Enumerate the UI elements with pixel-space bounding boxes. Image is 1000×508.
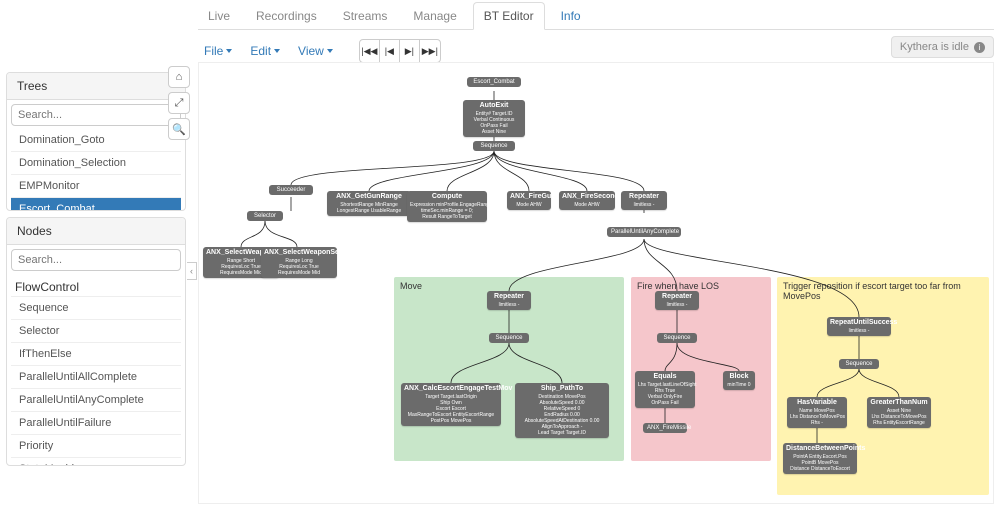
node-parallel[interactable]: ParallelUntilAnyComplete: [607, 227, 681, 237]
node-autoexit[interactable]: AutoExit Entity# Target.ID Verbal Contin…: [463, 100, 525, 137]
nodes-header: Nodes: [7, 218, 185, 245]
tree-item[interactable]: Domination_Selection: [11, 151, 181, 174]
top-tabs: Live Recordings Streams Manage BT Editor…: [198, 4, 994, 30]
node-type[interactable]: IfThenElse: [11, 342, 181, 365]
node-type[interactable]: Priority: [11, 434, 181, 457]
info-icon[interactable]: i: [974, 42, 985, 53]
menu-edit[interactable]: Edit: [244, 40, 286, 62]
nodes-search[interactable]: [11, 249, 181, 271]
seek-group: |◀◀ |◀ ▶| ▶▶|: [359, 39, 441, 63]
caret-icon: [226, 49, 232, 53]
node-gunrange[interactable]: ANX_GetGunRange ShortestRange MinRange L…: [327, 191, 411, 216]
seek-last[interactable]: ▶▶|: [420, 40, 440, 62]
node-repeatuntilsuccess[interactable]: RepeatUntilSuccess limitless -: [827, 317, 891, 336]
node-seq-fire[interactable]: Sequence: [657, 333, 697, 343]
node-block[interactable]: Block minTime 0: [723, 371, 755, 390]
seek-next[interactable]: ▶|: [400, 40, 420, 62]
seek-prev[interactable]: |◀: [380, 40, 400, 62]
node-seq-move[interactable]: Sequence: [489, 333, 529, 343]
region-fire: Fire when have LOS: [631, 277, 771, 461]
nodes-panel: Nodes FlowControl Sequence Selector IfTh…: [6, 217, 186, 466]
expand-button[interactable]: ⤢: [168, 92, 190, 114]
node-type[interactable]: StateMachine: [11, 457, 181, 465]
caret-icon: [274, 49, 280, 53]
tree-item[interactable]: Domination_Goto: [11, 129, 181, 151]
node-distance[interactable]: DistanceBetweenPoints PointA Entity.Esco…: [783, 443, 857, 474]
node-type[interactable]: ParallelUntilAnyComplete: [11, 388, 181, 411]
node-selector[interactable]: Selector: [247, 211, 283, 221]
node-escortmove[interactable]: ANX_CalcEscortEngageTestMov Target Targe…: [401, 383, 501, 426]
region-label: Fire when have LOS: [637, 281, 719, 291]
menu-view[interactable]: View: [292, 40, 339, 62]
node-root[interactable]: Escort_Combat: [467, 77, 521, 87]
cat-flowcontrol: FlowControl: [11, 274, 181, 296]
status-text: Kythera is idle: [900, 41, 969, 53]
tab-manage[interactable]: Manage: [403, 3, 466, 29]
node-fireguns[interactable]: ANX_FireGuns Mode AHW: [507, 191, 551, 210]
tab-streams[interactable]: Streams: [333, 3, 398, 29]
node-shippathto[interactable]: Ship_PathTo Destination MovePos Absolute…: [515, 383, 609, 438]
node-type[interactable]: Sequence: [11, 296, 181, 319]
region-label: Trigger reposition if escort target too …: [783, 281, 989, 301]
menu-file[interactable]: File: [198, 40, 238, 62]
status-chip: Kythera is idle i: [891, 36, 994, 58]
node-repeater-fire[interactable]: Repeater limitless -: [655, 291, 699, 310]
zoom-button[interactable]: 🔍: [168, 118, 190, 140]
node-equals[interactable]: Equals Lhs Target.lastLineOfSight Rhs Tr…: [635, 371, 695, 408]
seek-first[interactable]: |◀◀: [360, 40, 380, 62]
region-label: Move: [400, 281, 422, 291]
sidebar-collapse[interactable]: ‹: [187, 262, 197, 280]
trees-header: Trees: [7, 73, 185, 100]
node-repeater-move[interactable]: Repeater limitless -: [487, 291, 531, 310]
caret-icon: [327, 49, 333, 53]
trees-search[interactable]: [11, 104, 181, 126]
node-type[interactable]: Selector: [11, 319, 181, 342]
node-hasvariable[interactable]: HasVariable Name MovePos Lhs DistanceToM…: [787, 397, 847, 428]
node-greaterthan[interactable]: GreaterThanNum Asset Nine Lhs DistanceTo…: [867, 397, 931, 428]
home-button[interactable]: ⌂: [168, 66, 190, 88]
bt-canvas[interactable]: Move Fire when have LOS Trigger repositi…: [198, 62, 994, 504]
node-succeeder[interactable]: Succeeder: [269, 185, 313, 195]
tree-item[interactable]: EMPMonitor: [11, 174, 181, 197]
node-compute[interactable]: Compute Expression minProfile.EngageRang…: [407, 191, 487, 222]
search-icon: 🔍: [172, 123, 186, 136]
trees-panel: Trees Domination_Goto Domination_Selecti…: [6, 72, 186, 211]
node-weaponset-b[interactable]: ANX_SelectWeaponSet Range Long RequiresL…: [261, 247, 337, 278]
node-seq-trig[interactable]: Sequence: [839, 359, 879, 369]
node-firesecondary[interactable]: ANX_FireSecondary Mode AHW: [559, 191, 615, 210]
tab-info[interactable]: Info: [551, 3, 591, 29]
node-type[interactable]: ParallelUntilAllComplete: [11, 365, 181, 388]
sidebar: Trees Domination_Goto Domination_Selecti…: [6, 72, 186, 472]
node-firemissile[interactable]: ANX_FireMissile: [643, 423, 687, 433]
tab-bteditor[interactable]: BT Editor: [473, 2, 545, 30]
tab-live[interactable]: Live: [198, 3, 240, 29]
node-type[interactable]: ParallelUntilFailure: [11, 411, 181, 434]
tree-item[interactable]: Escort_Combat: [11, 197, 181, 210]
node-repeater[interactable]: Repeater limitless -: [621, 191, 667, 210]
node-seq[interactable]: Sequence: [473, 141, 515, 151]
tab-recordings[interactable]: Recordings: [246, 3, 327, 29]
